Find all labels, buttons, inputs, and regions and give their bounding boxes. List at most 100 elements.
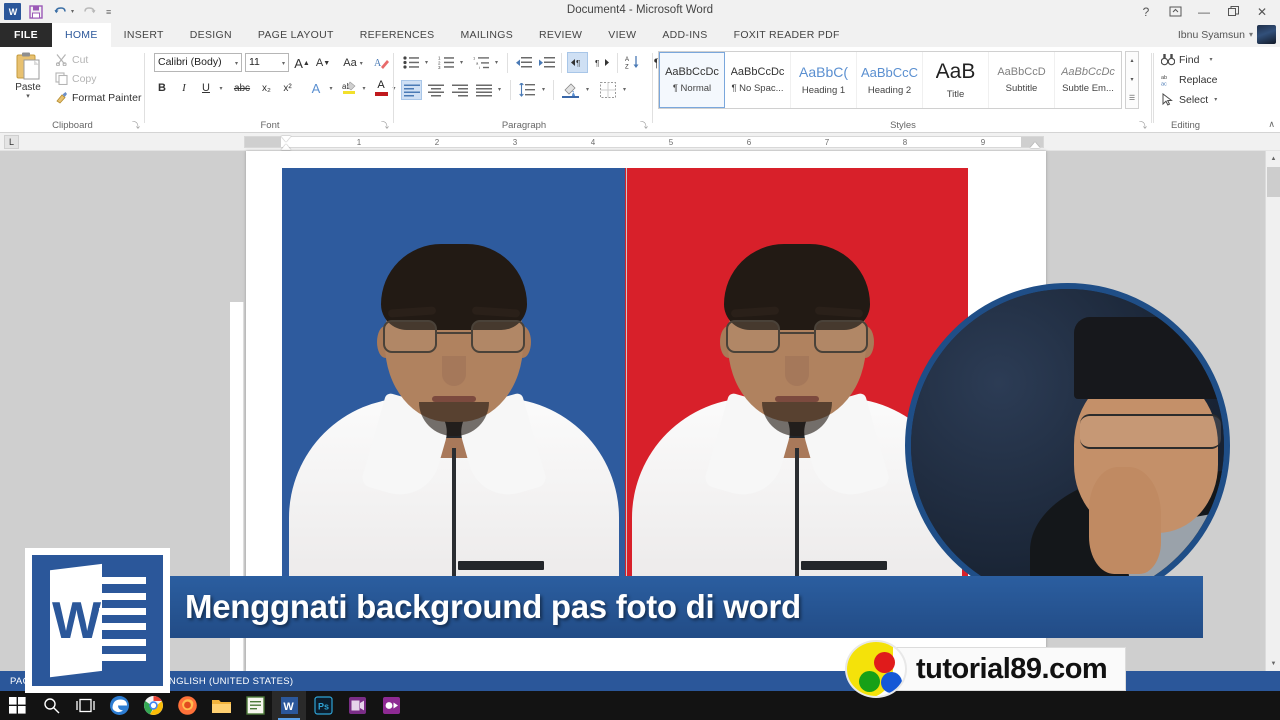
replace-button[interactable]: ab ac Replace	[1161, 73, 1218, 87]
search-icon[interactable]	[34, 691, 68, 720]
text-highlight-button[interactable]: ab	[339, 78, 359, 98]
firefox-icon[interactable]	[170, 691, 204, 720]
tab-page-layout[interactable]: PAGE LAYOUT	[245, 23, 347, 47]
numbering-button[interactable]: 123	[436, 53, 456, 72]
tab-review[interactable]: REVIEW	[526, 23, 595, 47]
underline-caret-icon[interactable]: ▾	[216, 81, 226, 95]
left-to-right-button[interactable]: ¶	[567, 52, 588, 73]
file-explorer-icon[interactable]	[204, 691, 238, 720]
styles-scroll-up-icon[interactable]: ▴	[1130, 52, 1133, 70]
scroll-up-icon[interactable]: ▲	[1266, 151, 1280, 166]
find-caret-icon[interactable]: ▾	[1209, 56, 1212, 63]
line-spacing-button[interactable]	[517, 80, 537, 100]
change-case-caret-icon[interactable]: ▾	[360, 60, 363, 67]
cut-button[interactable]: Cut	[55, 53, 88, 66]
superscript-button[interactable]: x²	[278, 79, 297, 97]
user-account-area[interactable]: Ibnu Syamsun ▾	[1178, 25, 1276, 44]
decrease-indent-button[interactable]	[513, 53, 533, 72]
grow-font-button[interactable]: A ▲	[293, 54, 311, 72]
bullets-button[interactable]	[401, 53, 421, 72]
tab-stop-selector[interactable]: L	[4, 135, 19, 149]
horizontal-ruler[interactable]: 1 2 3 4 5 6 7 8 9	[244, 136, 1044, 150]
vertical-scrollbar[interactable]: ▲ ▼	[1265, 151, 1280, 671]
style-heading-1[interactable]: AaBbC( Heading 1	[791, 52, 857, 108]
tab-design[interactable]: DESIGN	[177, 23, 245, 47]
justify-caret-icon[interactable]: ▾	[495, 82, 504, 96]
clipboard-dialog-launcher[interactable]: ⤵	[132, 121, 141, 130]
select-button[interactable]: Select ▾	[1161, 93, 1217, 106]
help-button[interactable]: ?	[1132, 1, 1160, 23]
chrome-icon[interactable]	[136, 691, 170, 720]
bold-button[interactable]: B	[153, 79, 171, 97]
style-title[interactable]: AaB Title	[923, 52, 989, 108]
style-heading-2[interactable]: AaBbCcC Heading 2	[857, 52, 923, 108]
increase-indent-button[interactable]	[536, 53, 556, 72]
avatar[interactable]	[1257, 25, 1276, 44]
style-normal[interactable]: AaBbCcDc ¶ Normal	[659, 52, 725, 108]
multilevel-list-button[interactable]: 1ai	[471, 53, 491, 72]
paste-button[interactable]: Paste ▾	[6, 51, 50, 100]
tab-file[interactable]: FILE	[0, 23, 52, 47]
font-name-caret-icon[interactable]: ▾	[235, 61, 238, 67]
copy-button[interactable]: Copy	[55, 72, 97, 85]
italic-button[interactable]: I	[175, 79, 193, 97]
tab-add-ins[interactable]: ADD-INS	[649, 23, 720, 47]
change-case-button[interactable]: Aa ▾	[340, 54, 366, 72]
style-no-spacing[interactable]: AaBbCcDc ¶ No Spac...	[725, 52, 791, 108]
text-highlight-caret-icon[interactable]: ▾	[359, 81, 369, 95]
restore-button[interactable]	[1219, 1, 1247, 23]
font-name-combobox[interactable]: Calibri (Body) ▾	[154, 53, 242, 72]
tab-foxit-reader-pdf[interactable]: FOXIT READER PDF	[721, 23, 853, 47]
select-caret-icon[interactable]: ▾	[1214, 96, 1217, 103]
shading-button[interactable]	[560, 79, 581, 100]
line-spacing-caret-icon[interactable]: ▾	[539, 82, 548, 96]
font-dialog-launcher[interactable]: ⤵	[381, 121, 390, 130]
hanging-indent-marker[interactable]	[281, 144, 291, 150]
font-size-caret-icon[interactable]: ▾	[282, 61, 285, 67]
subscript-button[interactable]: x₂	[257, 79, 276, 97]
styles-more-icon[interactable]: ☰	[1129, 90, 1135, 108]
font-color-button[interactable]: A	[372, 78, 390, 98]
strikethrough-button[interactable]: abc	[230, 79, 254, 97]
paste-caret-icon[interactable]: ▾	[6, 93, 50, 100]
borders-button[interactable]	[597, 79, 618, 100]
first-line-indent-marker[interactable]	[281, 136, 291, 142]
scrollbar-thumb[interactable]	[1267, 167, 1280, 197]
tab-view[interactable]: VIEW	[595, 23, 649, 47]
ribbon-display-options-button[interactable]	[1161, 1, 1189, 23]
justify-button[interactable]	[473, 80, 494, 100]
camtasia-icon[interactable]	[374, 691, 408, 720]
minimize-button[interactable]: —	[1190, 1, 1218, 23]
text-effects-caret-icon[interactable]: ▾	[326, 81, 336, 95]
align-right-button[interactable]	[449, 80, 470, 100]
numbering-caret-icon[interactable]: ▾	[457, 55, 466, 69]
word-taskbar-icon[interactable]: W	[272, 691, 306, 720]
pas-foto-blue[interactable]	[282, 168, 625, 588]
shrink-font-button[interactable]: A ▼	[314, 54, 332, 72]
tab-insert[interactable]: INSERT	[111, 23, 177, 47]
tab-references[interactable]: REFERENCES	[347, 23, 448, 47]
photoshop-icon[interactable]: Ps	[306, 691, 340, 720]
scroll-down-icon[interactable]: ▼	[1266, 656, 1280, 671]
align-center-button[interactable]	[425, 80, 446, 100]
tab-home[interactable]: HOME	[51, 23, 111, 47]
font-size-combobox[interactable]: 11 ▾	[245, 53, 289, 72]
task-view-icon[interactable]	[68, 691, 102, 720]
format-painter-button[interactable]: Format Painter	[55, 91, 141, 104]
collapse-ribbon-button[interactable]: ∧	[1268, 119, 1275, 130]
right-to-left-button[interactable]: ¶	[591, 52, 612, 73]
right-indent-marker[interactable]	[1030, 142, 1040, 148]
start-button[interactable]	[0, 691, 34, 720]
shading-caret-icon[interactable]: ▾	[583, 82, 592, 96]
paragraph-dialog-launcher[interactable]: ⤵	[640, 121, 649, 130]
underline-button[interactable]: U	[197, 79, 215, 97]
notepad-icon[interactable]	[238, 691, 272, 720]
text-effects-button[interactable]: A	[307, 79, 325, 97]
style-subtle-emphasis[interactable]: AaBbCcDc Subtle Em...	[1055, 52, 1121, 108]
video-editor-icon[interactable]	[340, 691, 374, 720]
edge-icon[interactable]	[102, 691, 136, 720]
align-left-button[interactable]	[401, 80, 422, 100]
styles-scroll-down-icon[interactable]: ▾	[1130, 71, 1133, 89]
styles-gallery-scroll[interactable]: ▴ ▾ ☰	[1125, 51, 1139, 109]
sort-button[interactable]: AZ	[623, 53, 643, 72]
